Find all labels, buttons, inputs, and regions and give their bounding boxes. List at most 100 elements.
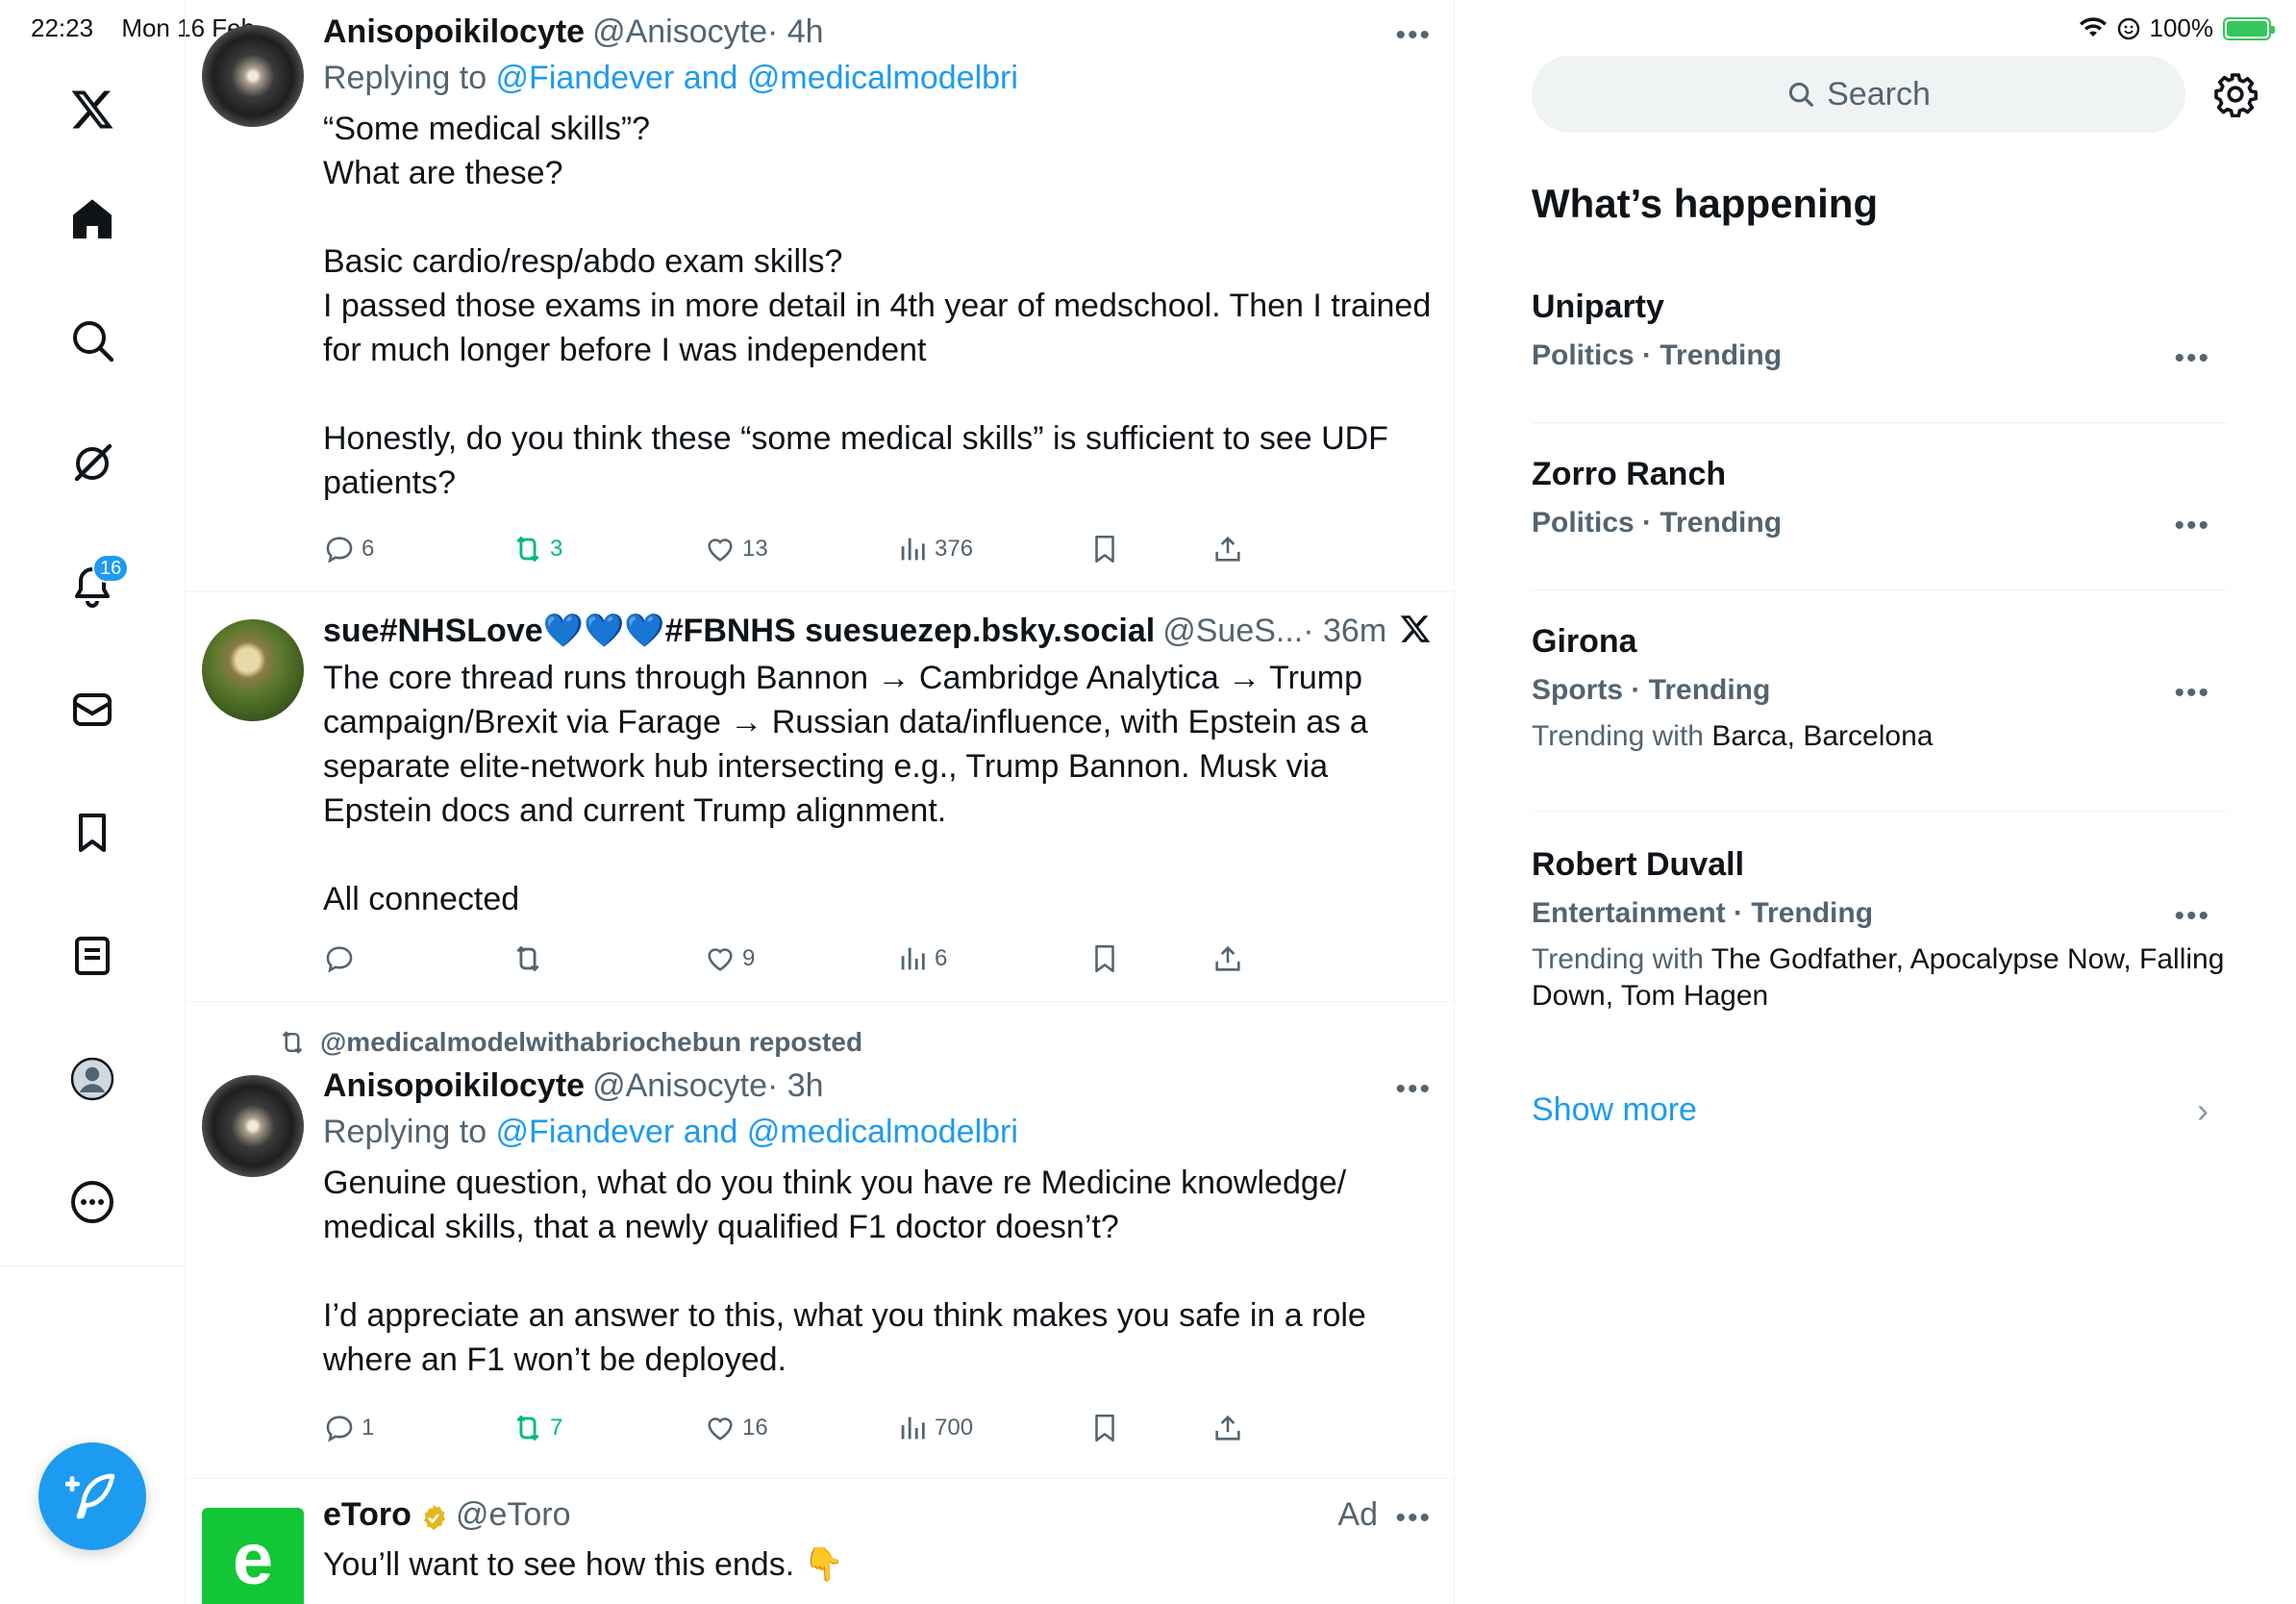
compose-post-button[interactable] [38,1442,146,1550]
tweet[interactable]: @medicalmodelwithabriochebun reposted An… [186,1002,1454,1479]
trend-more-icon[interactable]: ••• [2174,510,2210,542]
share-icon [1215,536,1240,562]
bookmark-icon [1095,1414,1114,1442]
side-nav: 16 [0,0,186,1604]
replying-prefix: Replying to [323,1114,496,1150]
replying-to: Replying to @Fiandever and @medicalmodel… [323,60,1432,97]
bookmark-button[interactable] [1088,942,1121,975]
trend-meta: Politics · Trending [1532,507,1783,539]
views-button[interactable]: 6 [896,942,947,975]
bookmark-button[interactable] [1088,533,1121,565]
bookmark-icon [1095,944,1114,973]
replying-to-link[interactable]: @Fiandever and @medicalmodelbri [496,60,1018,96]
search-input[interactable]: Search [1532,56,2185,133]
replying-to-link[interactable]: @Fiandever and @medicalmodelbri [496,1114,1018,1150]
tweet-body: eToro @eToro Ad ••• You’ll want to see h… [323,1496,1432,1587]
tweet-author-name[interactable]: sue#NHSLove💙💙💙#FBNHS suesuezep.bsky.soci… [323,612,1155,650]
trend-title: Robert Duvall [1532,846,1745,883]
reply-icon [326,1416,353,1442]
like-count: 13 [742,536,768,562]
home-icon[interactable] [58,185,127,254]
tweet-author-name[interactable]: Anisopoikilocyte [323,13,585,51]
repost-count: 7 [550,1415,563,1441]
views-button[interactable]: 376 [896,533,973,565]
trend-item[interactable]: Girona Sports · Trending Trending with B… [1532,623,2228,812]
trend-more-icon[interactable]: ••• [2174,677,2210,710]
trend-item[interactable]: Uniparty Politics · Trending ••• [1532,288,2228,423]
repost-button[interactable]: 7 [512,1412,562,1444]
heart-icon [708,539,733,562]
like-count: 9 [742,945,756,971]
tweet-ad[interactable]: e eToro @eToro Ad ••• You’ll want to see… [186,1479,1454,1604]
like-count: 16 [742,1415,768,1441]
tweet-actions: 9 6 [323,942,1285,981]
right-sidebar: Search What’s happening Uniparty Politic… [1455,0,2296,1604]
chevron-right-icon[interactable]: › [2197,1090,2209,1131]
tweet-author-handle[interactable]: @eToro [456,1496,571,1534]
profile-avatar-icon[interactable] [58,1044,127,1114]
avatar[interactable]: e [202,1508,304,1604]
share-button[interactable] [1211,533,1244,565]
notifications-bell-icon[interactable]: 16 [58,552,130,621]
tweet-author-handle[interactable]: @Anisocyte [592,13,767,51]
reply-button[interactable]: 6 [323,533,374,565]
repost-icon [516,1415,539,1441]
heart-icon [708,948,733,971]
like-button[interactable]: 16 [704,1412,768,1444]
like-button[interactable]: 9 [704,942,755,975]
reply-button[interactable] [323,942,362,975]
like-button[interactable]: 13 [704,533,768,565]
tweet-author-handle[interactable]: @SueS... [1162,613,1303,650]
grok-icon[interactable] [58,429,127,498]
avatar[interactable] [202,25,304,127]
x-logo-icon[interactable] [58,75,127,144]
tweet-text: “Some medical skills”? What are these? B… [323,111,1432,501]
tweet-author-name[interactable]: Anisopoikilocyte [323,1067,585,1105]
views-button[interactable]: 700 [896,1412,973,1444]
tweet-more-icon[interactable]: ••• [1395,19,1432,52]
tweet-time[interactable]: · 3h [767,1067,824,1105]
reply-count: 1 [362,1415,375,1441]
reply-icon [326,537,353,564]
tweet[interactable]: sue#NHSLove💙💙💙#FBNHS suesuezep.bsky.soci… [186,592,1454,1002]
whats-happening-title: What’s happening [1532,181,1879,226]
tweet-author-handle[interactable]: @Anisocyte [592,1067,767,1105]
share-button[interactable] [1211,942,1244,975]
show-more-link[interactable]: Show more [1532,1091,1697,1129]
repost-by[interactable]: @medicalmodelwithabriochebun reposted [320,1027,862,1058]
tweet-actions: 6 3 13 376 [323,533,1285,571]
tweet-more-icon[interactable]: ••• [1395,1502,1432,1535]
messages-icon[interactable] [58,675,127,744]
trend-more-icon[interactable]: ••• [2174,900,2210,933]
x-badge-icon [1399,612,1432,655]
trend-title: Girona [1532,623,1637,660]
tweet[interactable]: Anisopoikilocyte @Anisocyte · 4h ••• Rep… [186,0,1454,592]
trend-item[interactable]: Zorro Ranch Politics · Trending ••• [1532,456,2228,590]
trend-title: Uniparty [1532,288,1664,325]
tweet-more-icon[interactable]: ••• [1395,1073,1432,1106]
repost-context: @medicalmodelwithabriochebun reposted [278,1027,862,1058]
bookmarks-icon[interactable] [58,798,127,867]
search-icon[interactable] [58,306,127,375]
trend-more-icon[interactable]: ••• [2174,342,2210,375]
avatar[interactable] [202,619,304,721]
settings-gear-icon[interactable] [2212,71,2259,118]
lists-icon[interactable] [58,921,127,990]
search-icon [1789,82,1813,107]
reply-button[interactable]: 1 [323,1412,374,1444]
tweet-time[interactable]: · 36m [1303,613,1386,650]
share-icon [1215,1415,1240,1441]
repost-button[interactable]: 3 [512,533,562,565]
repost-icon [516,536,539,563]
bookmark-button[interactable] [1088,1412,1121,1444]
repost-button[interactable] [512,942,550,975]
replying-prefix: Replying to [323,60,496,96]
timeline: Anisopoikilocyte @Anisocyte · 4h ••• Rep… [186,0,1455,1604]
trend-item[interactable]: Robert Duvall Entertainment · Trending T… [1532,846,2228,1048]
trend-with: Trending with The Godfather, Apocalypse … [1532,941,2228,1015]
tweet-author-name[interactable]: eToro [323,1496,412,1534]
tweet-time[interactable]: · 4h [767,13,824,51]
more-options-icon[interactable] [58,1167,127,1237]
avatar[interactable] [202,1075,304,1177]
share-button[interactable] [1211,1412,1244,1444]
